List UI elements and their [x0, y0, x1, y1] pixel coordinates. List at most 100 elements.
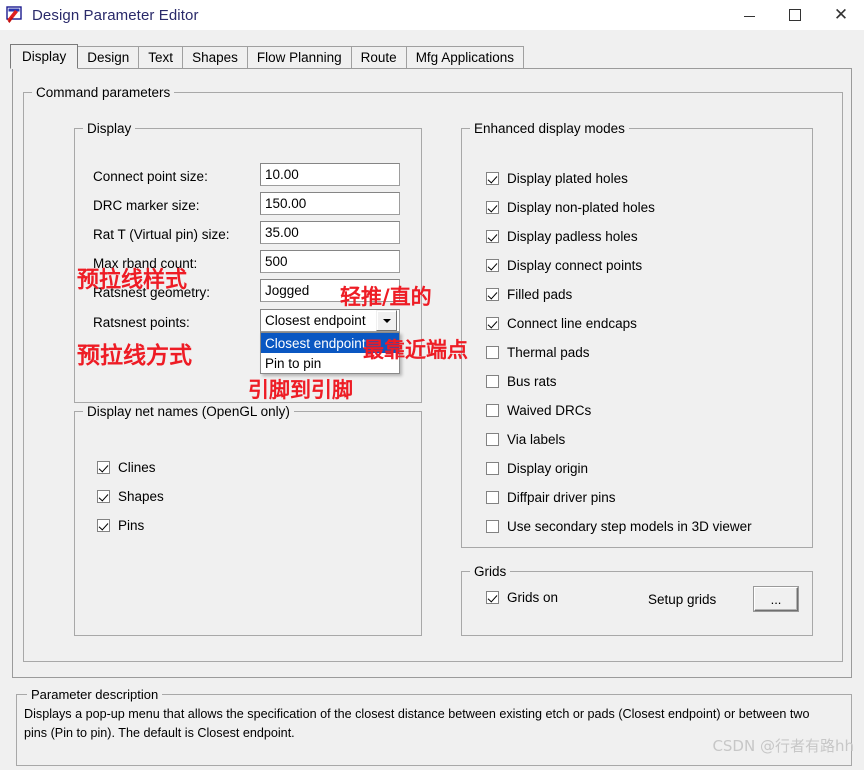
dropdown-option-label: Closest endpoint: [265, 335, 366, 351]
checkbox-label: Bus rats: [507, 374, 557, 389]
checkbox-row-grids-on[interactable]: Grids on: [486, 590, 558, 605]
checkbox-row-diffpair-driver-pins[interactable]: Diffpair driver pins: [486, 490, 616, 505]
tab-label: Mfg Applications: [415, 50, 514, 65]
chevron-down-icon[interactable]: [376, 310, 397, 331]
checkbox-label: Display padless holes: [507, 229, 638, 244]
minimize-button[interactable]: [726, 0, 772, 30]
parameter-description-text: Displays a pop-up menu that allows the s…: [24, 707, 810, 740]
checkbox-row-display-plated-holes[interactable]: Display plated holes: [486, 171, 628, 186]
checkbox-display-origin[interactable]: [486, 462, 499, 475]
drc-marker-size-label: DRC marker size:: [93, 198, 200, 213]
rat-t-virtual-pin-size-label: Rat T (Virtual pin) size:: [93, 227, 230, 242]
checkbox-bus-rats[interactable]: [486, 375, 499, 388]
tab-display[interactable]: Display: [10, 44, 79, 69]
checkbox-label: Grids on: [507, 590, 559, 605]
checkbox-label: Shapes: [118, 489, 164, 504]
annotation-ratsnest-points-mode: 预拉线方式: [77, 343, 192, 369]
checkbox-row-thermal-pads[interactable]: Thermal pads: [486, 345, 590, 360]
checkbox-via-labels[interactable]: [486, 433, 499, 446]
ratsnest-points-combobox[interactable]: Closest endpoint: [260, 309, 400, 332]
checkbox-label: Via labels: [507, 432, 566, 447]
tab-flow-planning[interactable]: Flow Planning: [246, 46, 352, 68]
checkbox-row-clines[interactable]: Clines: [97, 460, 156, 475]
tab-design[interactable]: Design: [77, 46, 140, 68]
checkbox-shapes[interactable]: [97, 490, 110, 503]
checkbox-label: Use secondary step models in 3D viewer: [507, 519, 752, 534]
checkbox-row-display-non-plated-holes[interactable]: Display non-plated holes: [486, 200, 655, 215]
checkbox-display-non-plated-holes[interactable]: [486, 201, 499, 214]
checkbox-row-shapes[interactable]: Shapes: [97, 489, 164, 504]
checkbox-label: Filled pads: [507, 287, 573, 302]
setup-grids-button-label: ...: [770, 591, 782, 607]
enhanced-display-modes-legend: Enhanced display modes: [470, 121, 629, 136]
checkbox-waived-drcs[interactable]: [486, 404, 499, 417]
annotation-jogged-straight: 轻推/直的: [340, 285, 432, 309]
checkbox-label: Waived DRCs: [507, 403, 592, 418]
checkbox-row-display-connect-points[interactable]: Display connect points: [486, 258, 642, 273]
tab-label: Display: [22, 49, 67, 64]
checkbox-row-via-labels[interactable]: Via labels: [486, 432, 565, 447]
checkbox-row-use-secondary-step-models[interactable]: Use secondary step models in 3D viewer: [486, 519, 752, 534]
ratsnest-points-label: Ratsnest points:: [93, 315, 190, 330]
csdn-watermark: CSDN @行者有路hh: [712, 737, 854, 755]
checkbox-clines[interactable]: [97, 461, 110, 474]
tab-label: Shapes: [192, 50, 238, 65]
display-net-names-group: Display net names (OpenGL only) Clines S…: [74, 404, 422, 636]
checkbox-grids-on[interactable]: [486, 591, 499, 604]
checkbox-connect-line-endcaps[interactable]: [486, 317, 499, 330]
rat-t-virtual-pin-size-input[interactable]: 35.00: [260, 221, 400, 244]
checkbox-row-display-padless-holes[interactable]: Display padless holes: [486, 229, 638, 244]
checkbox-display-connect-points[interactable]: [486, 259, 499, 272]
tab-label: Route: [360, 50, 397, 65]
command-parameters-legend: Command parameters: [32, 85, 175, 100]
checkbox-use-secondary-step-models[interactable]: [486, 520, 499, 533]
checkbox-label: Display origin: [507, 461, 589, 476]
display-net-names-legend: Display net names (OpenGL only): [83, 404, 294, 419]
checkbox-label: Display plated holes: [507, 171, 628, 186]
checkbox-row-waived-drcs[interactable]: Waived DRCs: [486, 403, 591, 418]
checkbox-row-display-origin[interactable]: Display origin: [486, 461, 588, 476]
window-controls: ✕: [726, 0, 864, 30]
window-title: Design Parameter Editor: [32, 6, 199, 24]
checkbox-label: Display connect points: [507, 258, 643, 273]
checkbox-pins[interactable]: [97, 519, 110, 532]
tab-text[interactable]: Text: [138, 46, 184, 68]
annotation-pin-to-pin: 引脚到引脚: [248, 378, 353, 402]
checkbox-display-plated-holes[interactable]: [486, 172, 499, 185]
drc-marker-size-value: 150.00: [265, 196, 307, 211]
checkbox-row-pins[interactable]: Pins: [97, 518, 144, 533]
checkbox-label: Display non-plated holes: [507, 200, 655, 215]
ratsnest-points-value: Closest endpoint: [265, 313, 366, 328]
tab-route[interactable]: Route: [350, 46, 407, 68]
tab-label: Flow Planning: [256, 50, 342, 65]
connect-point-size-value: 10.00: [265, 167, 299, 182]
dropdown-option-label: Pin to pin: [265, 355, 322, 371]
checkbox-row-bus-rats[interactable]: Bus rats: [486, 374, 557, 389]
design-parameter-editor-window: Design Parameter Editor ✕ Display Design…: [0, 0, 864, 770]
checkbox-row-filled-pads[interactable]: Filled pads: [486, 287, 572, 302]
max-rband-count-value: 500: [265, 254, 288, 269]
max-rband-count-input[interactable]: 500: [260, 250, 400, 273]
checkbox-row-connect-line-endcaps[interactable]: Connect line endcaps: [486, 316, 637, 331]
display-tab-page: Command parameters Display Connect point…: [12, 68, 852, 678]
setup-grids-label: Setup grids: [648, 592, 717, 607]
grids-legend: Grids: [470, 564, 511, 579]
tab-shapes[interactable]: Shapes: [182, 46, 248, 68]
drc-marker-size-input[interactable]: 150.00: [260, 192, 400, 215]
maximize-button[interactable]: [772, 0, 818, 30]
command-parameters-group: Command parameters Display Connect point…: [23, 85, 843, 662]
tab-mfg-applications[interactable]: Mfg Applications: [405, 46, 524, 68]
connect-point-size-input[interactable]: 10.00: [260, 163, 400, 186]
checkbox-diffpair-driver-pins[interactable]: [486, 491, 499, 504]
setup-grids-button[interactable]: ...: [754, 587, 798, 611]
checkbox-label: Connect line endcaps: [507, 316, 637, 331]
checkbox-thermal-pads[interactable]: [486, 346, 499, 359]
rat-t-virtual-pin-size-value: 35.00: [265, 225, 299, 240]
tab-strip: Display Design Text Shapes Flow Planning…: [10, 44, 524, 69]
checkbox-label: Diffpair driver pins: [507, 490, 616, 505]
checkbox-display-padless-holes[interactable]: [486, 230, 499, 243]
annotation-closest-endpoint: 最靠近端点: [363, 338, 468, 362]
close-button[interactable]: ✕: [818, 0, 864, 30]
checkbox-filled-pads[interactable]: [486, 288, 499, 301]
checkbox-label: Pins: [118, 518, 145, 533]
